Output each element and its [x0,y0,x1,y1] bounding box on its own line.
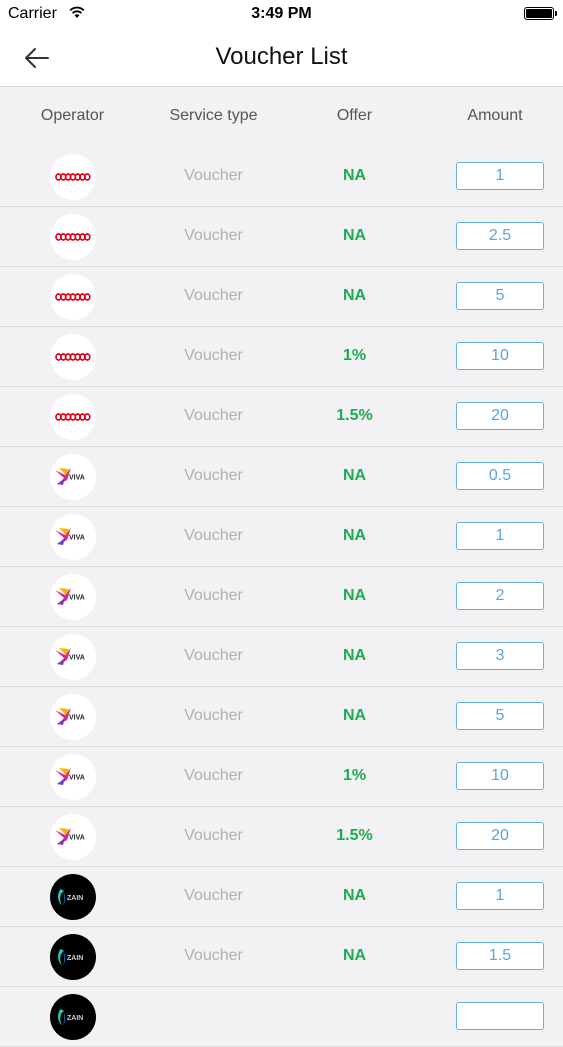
service-type-text: Voucher [184,227,243,244]
svg-text:VIVA: VIVA [69,775,85,782]
offer-text: NA [342,707,367,724]
svg-text:VIVA: VIVA [69,715,85,722]
page-title: Voucher List [215,43,348,70]
offer-text: NA [342,887,367,904]
svg-text:VIVA: VIVA [69,835,85,842]
ooredoo-logo-icon [50,214,96,260]
table-row[interactable]: ZAIN Voucher NA 1 [0,867,563,927]
table-row[interactable]: VIVA Voucher NA 2 [0,567,563,627]
offer-text: 1% [342,347,367,364]
table-row[interactable]: VIVA Voucher 1.5% 20 [0,807,563,867]
svg-text:VIVA: VIVA [69,655,85,662]
column-header-offer: Offer [336,107,373,124]
amount-button[interactable]: 1 [456,522,544,550]
offer-text: NA [342,587,367,604]
table-row[interactable]: Voucher NA 5 [0,267,563,327]
service-type-text: Voucher [184,347,243,364]
amount-button[interactable]: 10 [456,342,544,370]
amount-button[interactable]: 5 [456,282,544,310]
amount-button[interactable]: 1 [456,882,544,910]
viva-logo-icon: VIVA [50,634,96,680]
amount-button[interactable]: 1 [456,162,544,190]
table-row[interactable]: VIVA Voucher NA 1 [0,507,563,567]
offer-text: NA [342,947,367,964]
service-type-text: Voucher [184,407,243,424]
offer-text: NA [342,527,367,544]
table-row[interactable]: VIVA Voucher NA 3 [0,627,563,687]
svg-text:VIVA: VIVA [69,595,85,602]
viva-logo-icon: VIVA [50,454,96,500]
amount-button[interactable]: 2.5 [456,222,544,250]
service-type-text: Voucher [184,767,243,784]
service-type-text: Voucher [184,827,243,844]
svg-text:ZAIN: ZAIN [67,1015,83,1022]
service-type-text: Voucher [184,887,243,904]
offer-text: NA [342,227,367,244]
service-type-text: Voucher [184,647,243,664]
table-header: Operator Service type Offer Amount [0,87,563,148]
amount-button[interactable]: 5 [456,702,544,730]
amount-button[interactable]: 1.5 [456,942,544,970]
service-type-text: Voucher [184,467,243,484]
ooredoo-logo-icon [50,154,96,200]
amount-button[interactable]: 20 [456,822,544,850]
viva-logo-icon: VIVA [50,754,96,800]
svg-text:VIVA: VIVA [69,535,85,542]
viva-logo-icon: VIVA [50,514,96,560]
viva-logo-icon: VIVA [50,694,96,740]
amount-button[interactable]: 10 [456,762,544,790]
column-header-service-type: Service type [169,107,258,124]
table-row[interactable]: VIVA Voucher 1% 10 [0,747,563,807]
amount-button[interactable] [456,1002,544,1030]
amount-button[interactable]: 20 [456,402,544,430]
amount-button[interactable]: 0.5 [456,462,544,490]
service-type-text: Voucher [184,587,243,604]
service-type-text: Voucher [184,947,243,964]
voucher-list: Voucher NA 1 Voucher NA 2.5 Voucher NA 5 Voucher 1… [0,147,563,1047]
viva-logo-icon: VIVA [50,814,96,860]
ooredoo-logo-icon [50,274,96,320]
table-row[interactable]: VIVA Voucher NA 5 [0,687,563,747]
amount-button[interactable]: 3 [456,642,544,670]
service-type-text: Voucher [184,167,243,184]
status-time: 3:49 PM [251,5,312,22]
ooredoo-logo-icon [50,394,96,440]
service-type-text: Voucher [184,707,243,724]
offer-text: NA [342,287,367,304]
battery-icon [524,7,557,20]
service-type-text: Voucher [184,527,243,544]
svg-text:VIVA: VIVA [69,475,85,482]
offer-text: 1.5% [336,827,373,844]
status-bar: Carrier 3:49 PM [0,0,563,30]
svg-text:ZAIN: ZAIN [67,955,83,962]
zain-logo-icon: ZAIN [50,994,96,1040]
viva-logo-icon: VIVA [50,574,96,620]
column-header-operator: Operator [40,107,105,124]
navigation-bar: Voucher List [0,30,563,87]
offer-text: NA [342,467,367,484]
svg-text:ZAIN: ZAIN [67,895,83,902]
table-row[interactable]: ZAIN [0,987,563,1047]
ooredoo-logo-icon [50,334,96,380]
table-row[interactable]: Voucher 1.5% 20 [0,387,563,447]
column-header-amount: Amount [467,107,523,124]
table-row[interactable]: VIVA Voucher NA 0.5 [0,447,563,507]
service-type-text: Voucher [184,287,243,304]
amount-button[interactable]: 2 [456,582,544,610]
table-row[interactable]: Voucher NA 1 [0,147,563,207]
offer-text: 1.5% [336,407,373,424]
table-row[interactable]: Voucher 1% 10 [0,327,563,387]
zain-logo-icon: ZAIN [50,934,96,980]
offer-text: 1% [342,767,367,784]
table-row[interactable]: Voucher NA 2.5 [0,207,563,267]
zain-logo-icon: ZAIN [50,874,96,920]
offer-text: NA [342,167,367,184]
table-row[interactable]: ZAIN Voucher NA 1.5 [0,927,563,987]
offer-text: NA [342,647,367,664]
